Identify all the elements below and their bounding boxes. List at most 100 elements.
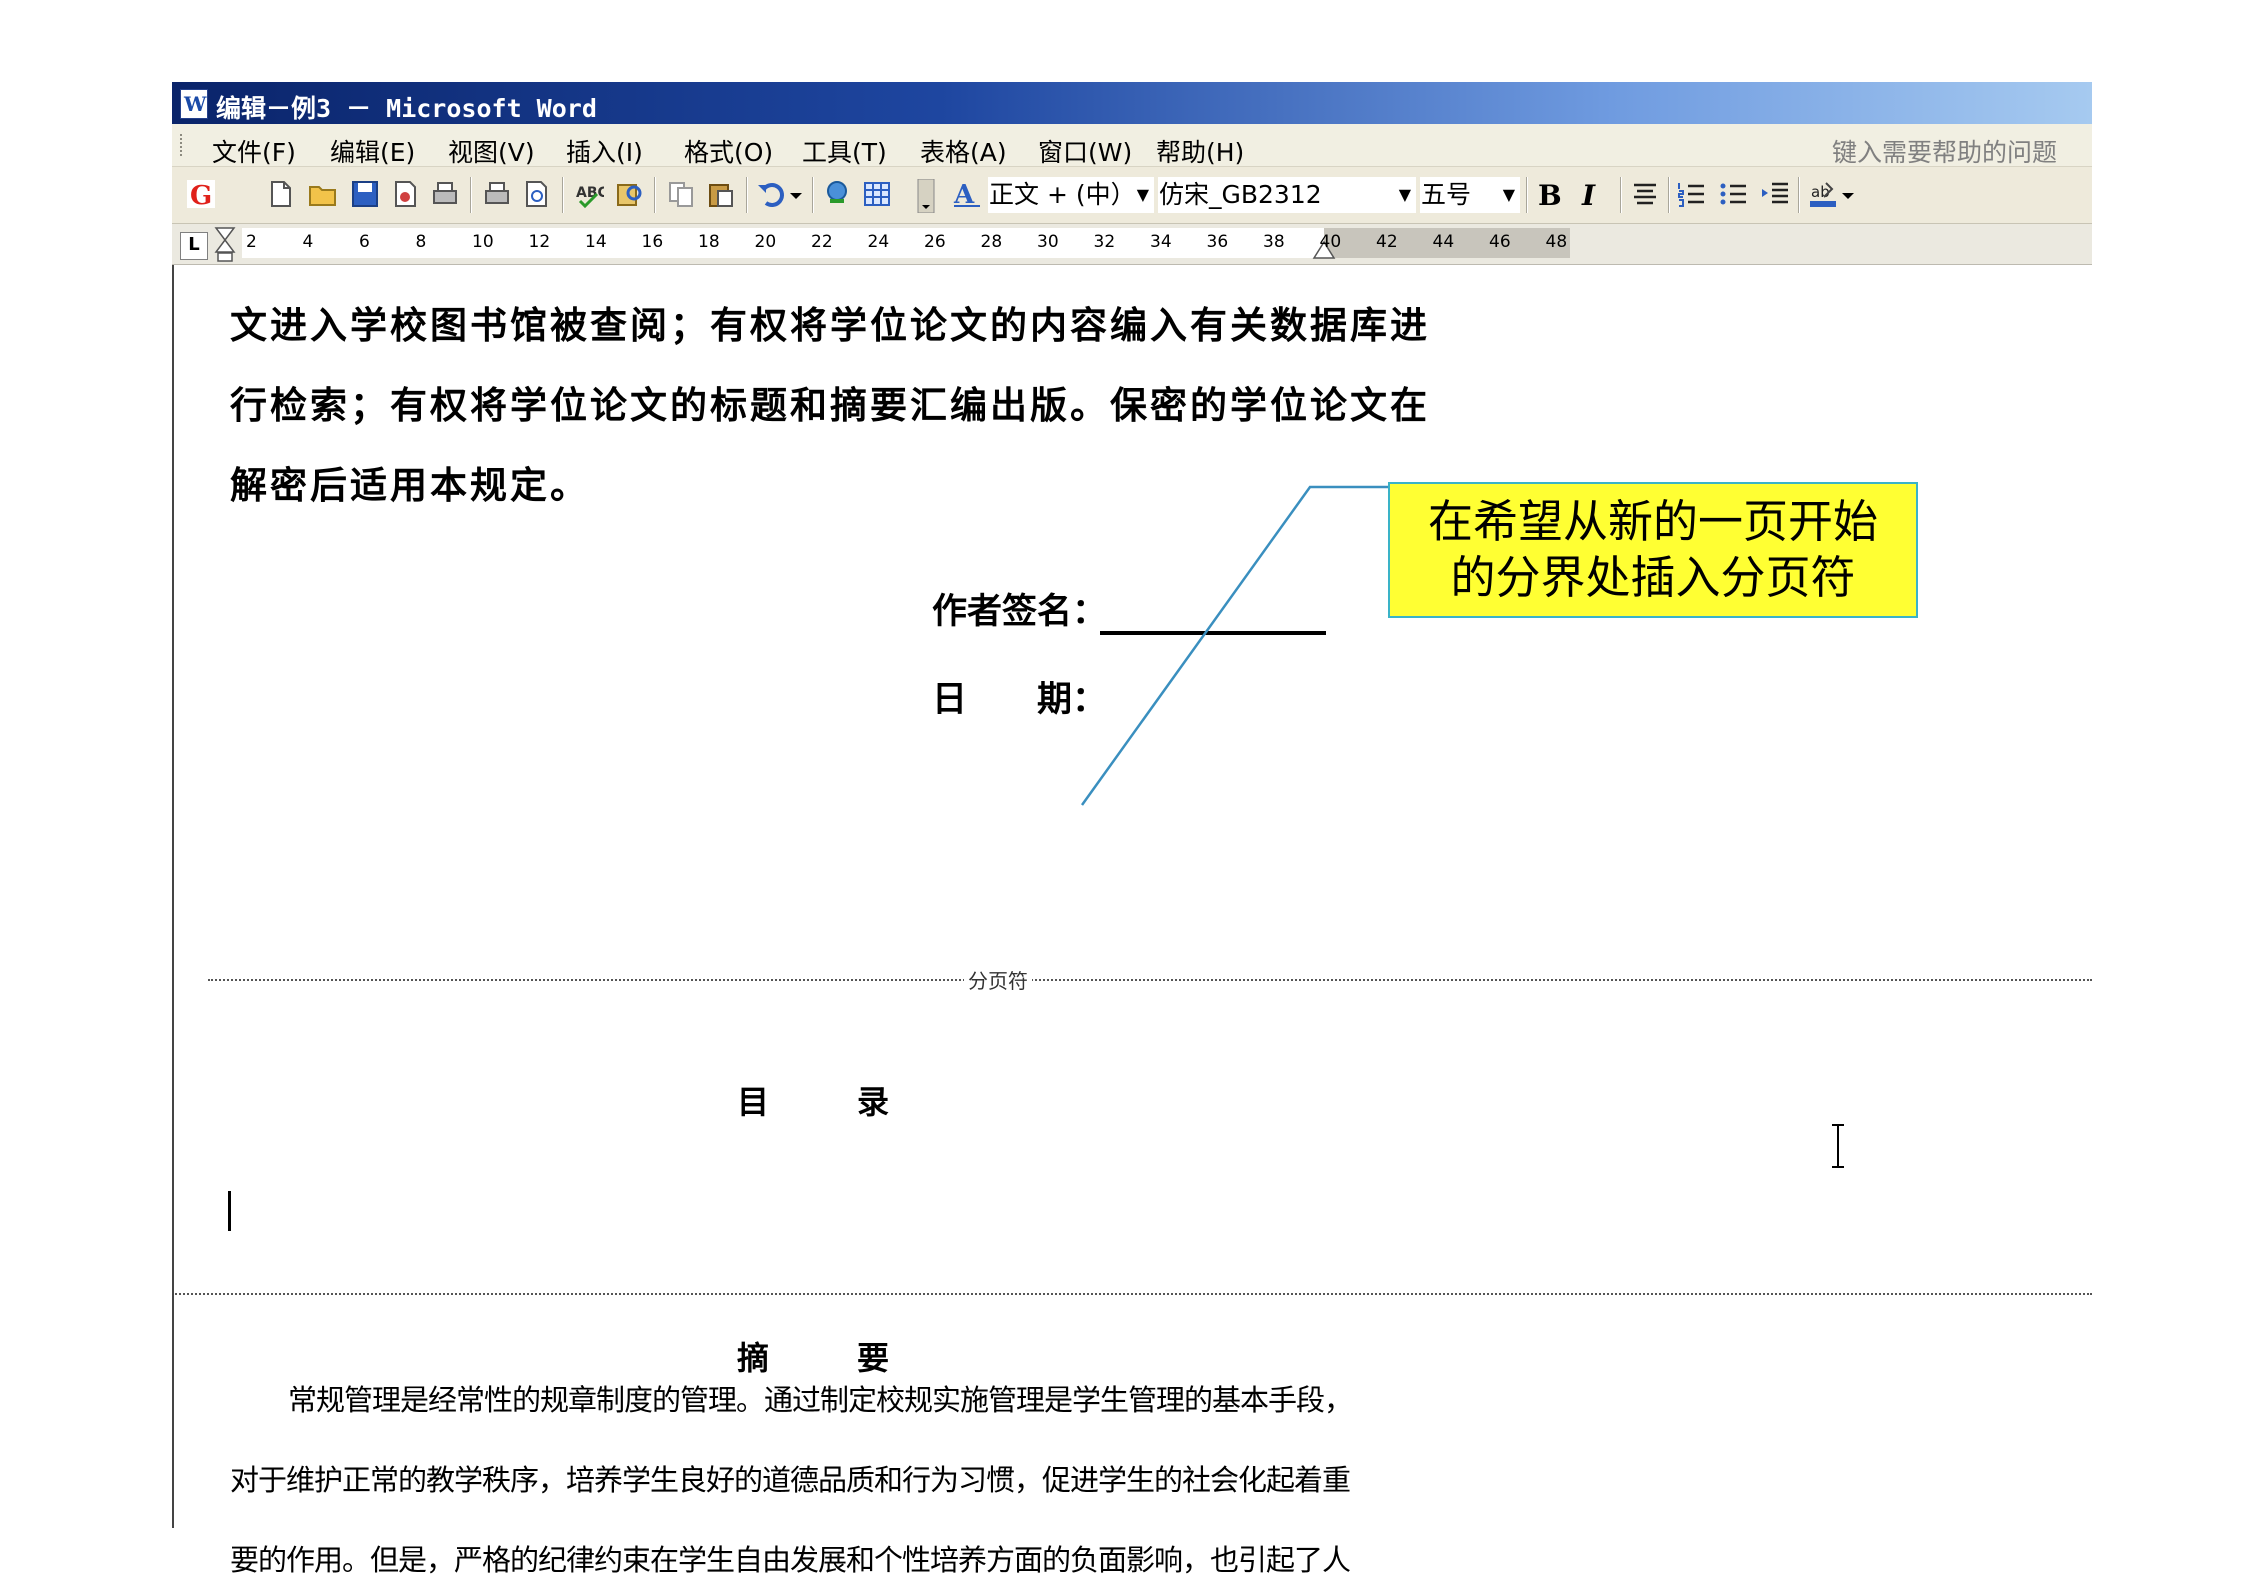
font-value: 仿宋_GB2312 bbox=[1159, 180, 1322, 209]
ruler-tick-label: 10 bbox=[472, 232, 494, 252]
i-beam-cursor-icon bbox=[1832, 1124, 1844, 1168]
abstract-line-2: 对于维护正常的教学秩序，培养学生良好的道德品质和行为习惯，促进学生的社会化起着重 bbox=[230, 1463, 1351, 1497]
print-preview-icon[interactable] bbox=[482, 179, 512, 209]
text-caret bbox=[228, 1191, 231, 1231]
increase-indent-icon[interactable] bbox=[1760, 179, 1790, 209]
ruler-tick-label: 34 bbox=[1150, 232, 1172, 252]
toolbar-separator bbox=[1620, 177, 1622, 213]
ruler-tick-label: 24 bbox=[867, 232, 890, 252]
ruler-tick-label: 48 bbox=[1545, 232, 1568, 252]
toolbar-separator bbox=[562, 177, 564, 213]
font-size-combo[interactable]: 五号 ▼ bbox=[1420, 177, 1520, 213]
menu-format[interactable]: 格式(O) bbox=[684, 133, 773, 169]
ruler-tick-label: 8 bbox=[415, 232, 427, 252]
ruler-tick-label: 14 bbox=[585, 232, 607, 252]
font-combo[interactable]: 仿宋_GB2312 ▼ bbox=[1158, 177, 1416, 213]
toolbar-options-icon[interactable] bbox=[916, 178, 936, 214]
menu-help[interactable]: 帮助(H) bbox=[1156, 133, 1244, 169]
menu-insert[interactable]: 插入(I) bbox=[566, 133, 643, 169]
font-size-value: 五号 bbox=[1421, 180, 1472, 209]
ruler-tick-label: 36 bbox=[1206, 232, 1229, 252]
indent-marker-icon[interactable] bbox=[214, 226, 236, 262]
page-break-line[interactable] bbox=[208, 979, 2092, 981]
menu-bar: 文件(F) 编辑(E) 视图(V) 插入(I) 格式(O) 工具(T) 表格(A… bbox=[172, 124, 2092, 167]
word-window: W 编辑－例3 － Microsoft Word 文件(F) 编辑(E) 视图(… bbox=[172, 82, 2092, 1577]
word-app-icon[interactable]: W bbox=[180, 89, 208, 119]
toolbar-separator bbox=[654, 177, 656, 213]
svg-text:G: G bbox=[190, 181, 212, 209]
new-document-icon[interactable] bbox=[266, 179, 296, 209]
highlight-icon[interactable]: ab bbox=[1808, 179, 1838, 209]
document-area[interactable]: 文进入学校图书馆被查阅；有权将学位论文的内容编入有关数据库进 行检索；有权将学位… bbox=[172, 265, 2092, 1577]
menu-table[interactable]: 表格(A) bbox=[920, 133, 1007, 169]
wps-logo-icon[interactable]: G bbox=[186, 179, 216, 211]
undo-dropdown-icon[interactable] bbox=[786, 179, 806, 209]
svg-text:ABC: ABC bbox=[576, 185, 604, 201]
menu-grip[interactable] bbox=[180, 134, 185, 156]
numbering-icon[interactable] bbox=[1676, 179, 1706, 209]
copy-icon[interactable] bbox=[666, 179, 696, 209]
menu-window[interactable]: 窗口(W) bbox=[1038, 133, 1132, 169]
style-dropdown-icon[interactable]: ▼ bbox=[1137, 178, 1149, 212]
font-dropdown-icon[interactable]: ▼ bbox=[1399, 178, 1411, 212]
open-folder-icon[interactable] bbox=[308, 179, 338, 209]
document-left-edge bbox=[172, 265, 174, 1528]
window-title: 编辑－例3 － Microsoft Word bbox=[216, 94, 597, 123]
ruler-tick-label: 22 bbox=[811, 232, 833, 252]
toolbar-separator bbox=[1526, 177, 1528, 213]
align-center-icon[interactable] bbox=[1630, 179, 1660, 209]
ruler-tick-label: 42 bbox=[1376, 232, 1398, 252]
style-value: 正文 + (中） bbox=[989, 180, 1136, 209]
zoom-preview-icon[interactable] bbox=[522, 179, 552, 209]
ruler-tick-label: 28 bbox=[980, 232, 1003, 252]
abstract-heading: 摘 要 bbox=[737, 1339, 918, 1377]
style-combo[interactable]: 正文 + (中） ▼ bbox=[988, 177, 1154, 213]
menu-tools[interactable]: 工具(T) bbox=[802, 133, 887, 169]
hyperlink-icon[interactable] bbox=[822, 179, 852, 209]
ruler-tick-label: 18 bbox=[698, 232, 720, 252]
menu-file[interactable]: 文件(F) bbox=[212, 133, 296, 169]
toolbar-separator bbox=[470, 177, 472, 213]
highlight-dropdown-icon[interactable] bbox=[1838, 179, 1858, 209]
bold-button[interactable]: B bbox=[1538, 179, 1568, 212]
insert-table-icon[interactable] bbox=[862, 179, 892, 209]
toolbar-separator bbox=[1668, 177, 1670, 213]
bullets-icon[interactable] bbox=[1718, 179, 1748, 209]
print-icon[interactable] bbox=[430, 179, 460, 209]
menu-edit[interactable]: 编辑(E) bbox=[330, 133, 415, 169]
styles-formatting-icon[interactable]: A bbox=[952, 179, 982, 210]
ruler-tick-label: 46 bbox=[1489, 232, 1511, 252]
ruler-tick-label: 6 bbox=[359, 232, 370, 252]
section-divider-line bbox=[172, 1293, 2092, 1295]
abstract-line-3: 要的作用。但是，严格的纪律约束在学生自由发展和个性培养方面的负面影响，也引起了人 bbox=[230, 1543, 1351, 1577]
paste-icon[interactable] bbox=[706, 179, 736, 209]
page-break-label: 分页符 bbox=[964, 965, 1032, 994]
italic-button[interactable]: I bbox=[1582, 179, 1612, 212]
help-search-box[interactable]: 键入需要帮助的问题 bbox=[1832, 133, 2057, 169]
save-icon[interactable] bbox=[350, 179, 380, 209]
font-size-dropdown-icon[interactable]: ▼ bbox=[1503, 178, 1515, 212]
ruler-tick-label: 30 bbox=[1037, 232, 1059, 252]
menu-view[interactable]: 视图(V) bbox=[448, 133, 535, 169]
toolbar-separator bbox=[746, 177, 748, 213]
toolbar-separator bbox=[1798, 177, 1800, 213]
ruler-tick-label: 40 bbox=[1319, 232, 1342, 252]
toolbar-separator bbox=[812, 177, 814, 213]
toolbar: G ABC A 正文 + (中） ▼ 仿宋_GB2312 ▼ 五号 ▼ B I … bbox=[172, 167, 2092, 224]
spelling-icon[interactable]: ABC bbox=[574, 179, 608, 209]
horizontal-ruler[interactable]: L 2 4 6 8 10 12 14 16 18 20 22 24 26 28 30 32 34 36 38 40 42… bbox=[172, 224, 2092, 265]
ruler-tick-label: 12 bbox=[528, 232, 551, 252]
title-bar[interactable]: W 编辑－例3 － Microsoft Word bbox=[172, 82, 2092, 124]
svg-text:ab: ab bbox=[1811, 183, 1830, 201]
permission-icon[interactable] bbox=[390, 179, 420, 209]
ruler-tick-label: 20 bbox=[754, 232, 777, 252]
research-icon[interactable] bbox=[614, 179, 644, 209]
ruler-tick-label: 26 bbox=[924, 232, 946, 252]
ruler-tick-label: 32 bbox=[1093, 232, 1116, 252]
ruler-tick-label: 4 bbox=[302, 232, 314, 252]
tab-selector[interactable]: L bbox=[180, 232, 208, 260]
ruler-tick-label: 2 bbox=[246, 232, 257, 252]
toc-heading: 目 录 bbox=[737, 1083, 918, 1121]
abstract-line-1: 常规管理是经常性的规章制度的管理。通过制定校规实施管理是学生管理的基本手段， bbox=[288, 1383, 1353, 1417]
undo-icon[interactable] bbox=[756, 179, 786, 209]
